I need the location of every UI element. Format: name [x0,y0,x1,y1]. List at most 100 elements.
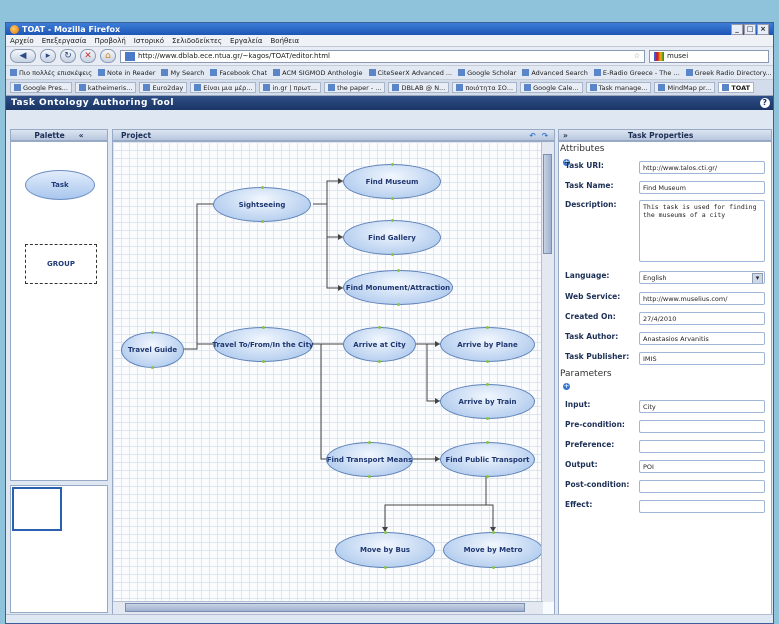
bookmark-star-icon[interactable]: ☆ [634,50,640,62]
bookmark-item[interactable]: Note in Reader [98,69,155,77]
edge [320,344,326,460]
tab-item-active[interactable]: TOAT [718,82,755,93]
overview-viewport[interactable] [12,487,62,531]
forward-button[interactable]: ▸ [40,49,56,63]
node-move-bus[interactable]: Move by Bus [335,531,435,569]
tab-item[interactable]: Euro2day [139,82,188,93]
edge [326,237,343,289]
task-name-field[interactable]: Find Museum [639,181,765,194]
preference-field[interactable] [639,440,765,453]
node-arrive-plane[interactable]: Arrive by Plane [440,326,535,363]
status-bar [6,614,773,623]
node-find-transport-means[interactable]: Find Transport Means [326,441,413,478]
project-canvas: Travel Guide Sightseeing Find Museum Fin… [112,141,555,615]
tab-item[interactable]: the paper - ... [324,82,386,93]
firefox-icon [10,24,19,34]
menu-edit[interactable]: Επεξεργασία [42,37,87,45]
url-bar[interactable]: http://www.dblab.ece.ntua.gr/~kagos/TOAT… [120,49,645,63]
node-find-gallery[interactable]: Find Gallery [343,219,441,256]
language-select[interactable]: English [639,271,765,284]
task-uri-field[interactable]: http://www.talos.cti.gr/ [639,161,765,174]
canvas-vertical-scrollbar[interactable] [541,142,554,602]
tab-item[interactable]: Είναι μια μέρ... [190,82,257,93]
menu-file[interactable]: Αρχείο [10,37,34,45]
tab-item[interactable]: MindMap pr... [654,82,716,93]
tab-strip: Google Pres... katheimeris... Euro2day Ε… [6,80,773,96]
input-field[interactable]: City [639,400,765,413]
output-field[interactable]: POI [639,460,765,473]
minimize-icon[interactable]: _ [731,23,743,35]
tab-item[interactable]: in.gr | πρωτ... [259,82,322,93]
home-button[interactable]: ⌂ [100,49,116,63]
tab-item[interactable]: DBLAB @ N... [388,82,450,93]
menu-tools[interactable]: Εργαλεία [230,37,263,45]
postcondition-field[interactable] [639,480,765,493]
node-find-public-transport[interactable]: Find Public Transport [440,441,535,478]
scroll-thumb[interactable] [543,154,552,254]
web-service-field[interactable]: http://www.muselius.com/ [639,292,765,305]
url-text: http://www.dblab.ece.ntua.gr/~kagos/TOAT… [138,52,330,60]
bookmark-item[interactable]: Facebook Chat [210,69,267,77]
canvas-horizontal-scrollbar[interactable] [113,601,543,614]
site-icon [125,51,135,61]
node-find-museum[interactable]: Find Museum [343,163,441,200]
node-arrive-city[interactable]: Arrive at City [343,326,416,363]
collapse-icon[interactable]: « [79,131,84,140]
stop-button[interactable]: ✕ [80,49,96,63]
menu-help[interactable]: Βοήθεια [271,37,300,45]
tab-item[interactable]: Task manage... [585,82,652,93]
navigation-toolbar: ◀ ▸ ↻ ✕ ⌂ http://www.dblab.ece.ntua.gr/~… [6,47,773,66]
bookmark-item[interactable]: ACM SIGMOD Anthologie [273,69,362,77]
task-publisher-field[interactable]: IMIS [639,352,765,365]
close-icon[interactable]: × [757,23,769,35]
reload-button[interactable]: ↻ [60,49,76,63]
node-move-metro[interactable]: Move by Metro [443,531,543,569]
add-parameter-icon[interactable]: + [563,383,570,390]
expand-icon[interactable]: » [563,131,568,140]
bookmark-item[interactable]: My Search [161,69,204,77]
task-author-field[interactable]: Anastasios Arvanitis [639,332,765,345]
redo-icon[interactable]: ↷ [542,131,548,140]
browser-window: TOAT - Mozilla Firefox _ □ × Αρχείο Επεξ… [5,22,774,624]
scroll-thumb[interactable] [125,603,525,612]
bookmark-item[interactable]: Greek Radio Directory... [686,69,772,77]
bookmark-item[interactable]: Πιο πολλές επισκέψεις [10,69,92,77]
effect-field[interactable] [639,500,765,513]
node-find-monument[interactable]: Find Monument/Attraction [343,269,453,306]
bookmark-item[interactable]: CiteSeerX Advanced ... [369,69,453,77]
palette-panel: Task GROUP [10,141,108,481]
node-travel-guide[interactable]: Travel Guide [121,331,184,369]
output-label: Output: [565,460,598,469]
node-travel-to-from[interactable]: Travel To/From/In the City [213,326,314,363]
menu-bookmarks[interactable]: Σελιδοδείκτες [172,37,222,45]
edge [384,477,487,532]
help-icon[interactable]: ? [760,98,770,108]
project-header-label: Project [121,130,152,140]
attributes-section-label: Attributes [560,144,605,154]
props-header-label: Task Properties [627,130,694,140]
palette-group-shape[interactable]: GROUP [25,244,97,284]
app-titlebar: Task Ontology Authoring Tool ? [6,96,773,110]
back-button[interactable]: ◀ [10,49,36,63]
description-textarea[interactable]: This task is used for finding the museum… [639,200,765,262]
menu-view[interactable]: Προβολή [94,37,125,45]
palette-task-shape[interactable]: Task [25,170,95,200]
canvas-grid[interactable]: Travel Guide Sightseeing Find Museum Fin… [113,142,543,602]
tab-item[interactable]: ποιότητα ΣΟ... [452,82,518,93]
bookmark-item[interactable]: Google Scholar [458,69,516,77]
tab-item[interactable]: Google Cale... [520,82,583,93]
search-value: musei [667,52,689,60]
palette-header-label: Palette [34,130,65,140]
menu-history[interactable]: Ιστορικό [134,37,164,45]
tab-item[interactable]: katheimeris... [74,82,137,93]
created-on-field[interactable]: 27/4/2010 [639,312,765,325]
tab-item[interactable]: Google Pres... [10,82,72,93]
search-bar[interactable]: musei [649,49,769,63]
node-arrive-train[interactable]: Arrive by Train [440,383,535,420]
bookmark-item[interactable]: E-Radio Greece - The ... [594,69,680,77]
bookmark-item[interactable]: Advanced Search [522,69,588,77]
precondition-field[interactable] [639,420,765,433]
node-sightseeing[interactable]: Sightseeing [213,186,311,223]
maximize-icon[interactable]: □ [744,23,756,35]
undo-icon[interactable]: ↶ [529,131,535,140]
